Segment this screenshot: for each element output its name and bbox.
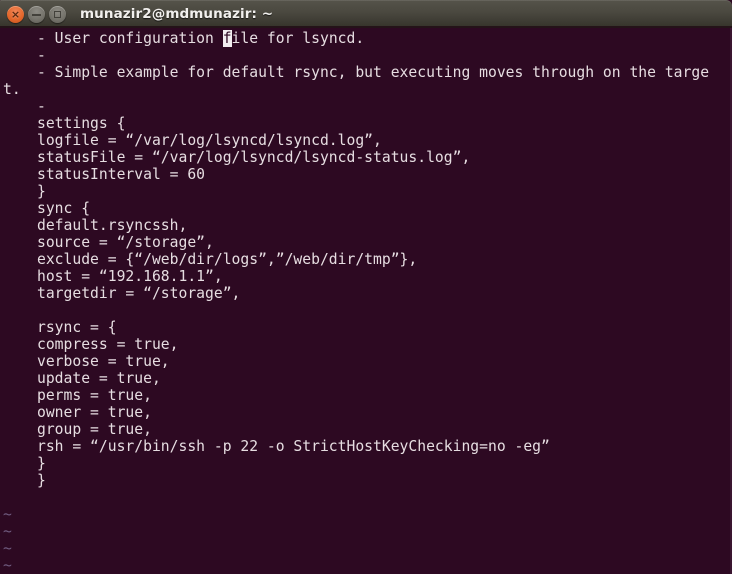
vim-status-line: -- INSERT -- 1,28-26 All <box>0 554 732 574</box>
vim-buffer-line[interactable]: - Simple example for default rsync, but … <box>0 64 732 81</box>
vim-buffer-line[interactable]: verbose = true, <box>0 353 732 370</box>
close-button[interactable]: × <box>7 5 24 23</box>
minimize-button[interactable] <box>28 5 45 23</box>
vim-buffer-line[interactable]: perms = true, <box>0 387 732 404</box>
vim-buffer-line[interactable]: } <box>0 183 732 200</box>
vim-buffer-line[interactable]: source = “/storage”, <box>0 234 732 251</box>
window-controls: × <box>7 5 66 23</box>
vim-buffer-line[interactable]: host = “192.168.1.1”, <box>0 268 732 285</box>
vim-buffer-line[interactable] <box>0 489 732 506</box>
vim-buffer-line[interactable]: } <box>0 472 732 489</box>
close-icon: × <box>10 7 21 21</box>
vim-buffer-line[interactable]: rsh = “/usr/bin/ssh -p 22 -o StrictHostK… <box>0 438 732 455</box>
window-titlebar: × munazir2@mdmunazir: ~ <box>0 0 732 28</box>
vim-buffer-line[interactable]: settings { <box>0 115 732 132</box>
vim-buffer-line[interactable]: statusInterval = 60 <box>0 166 732 183</box>
window-title: munazir2@mdmunazir: ~ <box>80 6 274 22</box>
vim-buffer-line[interactable]: } <box>0 455 732 472</box>
vim-buffer-line[interactable]: logfile = “/var/log/lsyncd/lsyncd.log”, <box>0 132 732 149</box>
vim-buffer-line[interactable]: default.rsyncssh, <box>0 217 732 234</box>
vim-buffer-line[interactable]: targetdir = “/storage”, <box>0 285 732 302</box>
vim-buffer-line[interactable]: - User configuration file for lsyncd. <box>0 30 732 47</box>
vim-buffer-line[interactable]: t. <box>0 81 732 98</box>
vim-buffer-line[interactable]: rsync = { <box>0 319 732 336</box>
vim-buffer-line[interactable] <box>0 302 732 319</box>
vim-buffer-line[interactable]: - <box>0 98 732 115</box>
line-text-before-cursor: - User configuration <box>37 30 223 47</box>
terminal-screen[interactable]: - User configuration file for lsyncd. - - … <box>0 28 732 574</box>
vim-buffer-line[interactable]: sync { <box>0 200 732 217</box>
vim-text-buffer[interactable]: - User configuration file for lsyncd. - - … <box>0 30 732 574</box>
vim-buffer-line[interactable]: compress = true, <box>0 336 732 353</box>
vim-buffer-line[interactable]: exclude = {“/web/dir/logs”,”/web/dir/tmp… <box>0 251 732 268</box>
vim-buffer-line[interactable]: statusFile = “/var/log/lsyncd/lsyncd-sta… <box>0 149 732 166</box>
vim-buffer-line[interactable]: owner = true, <box>0 404 732 421</box>
line-text-after-cursor: ile for lsyncd. <box>231 30 365 47</box>
maximize-button[interactable] <box>49 5 66 23</box>
vim-filler-line[interactable]: ~ <box>0 523 732 540</box>
text-cursor: f <box>222 30 232 47</box>
minimize-icon <box>32 13 41 16</box>
vim-buffer-line[interactable]: - <box>0 47 732 64</box>
maximize-icon <box>54 10 61 18</box>
terminal-window: × munazir2@mdmunazir: ~ - User configura… <box>0 0 732 574</box>
vim-buffer-line[interactable]: update = true, <box>0 370 732 387</box>
vim-filler-line[interactable]: ~ <box>0 506 732 523</box>
vim-buffer-line[interactable]: group = true, <box>0 421 732 438</box>
